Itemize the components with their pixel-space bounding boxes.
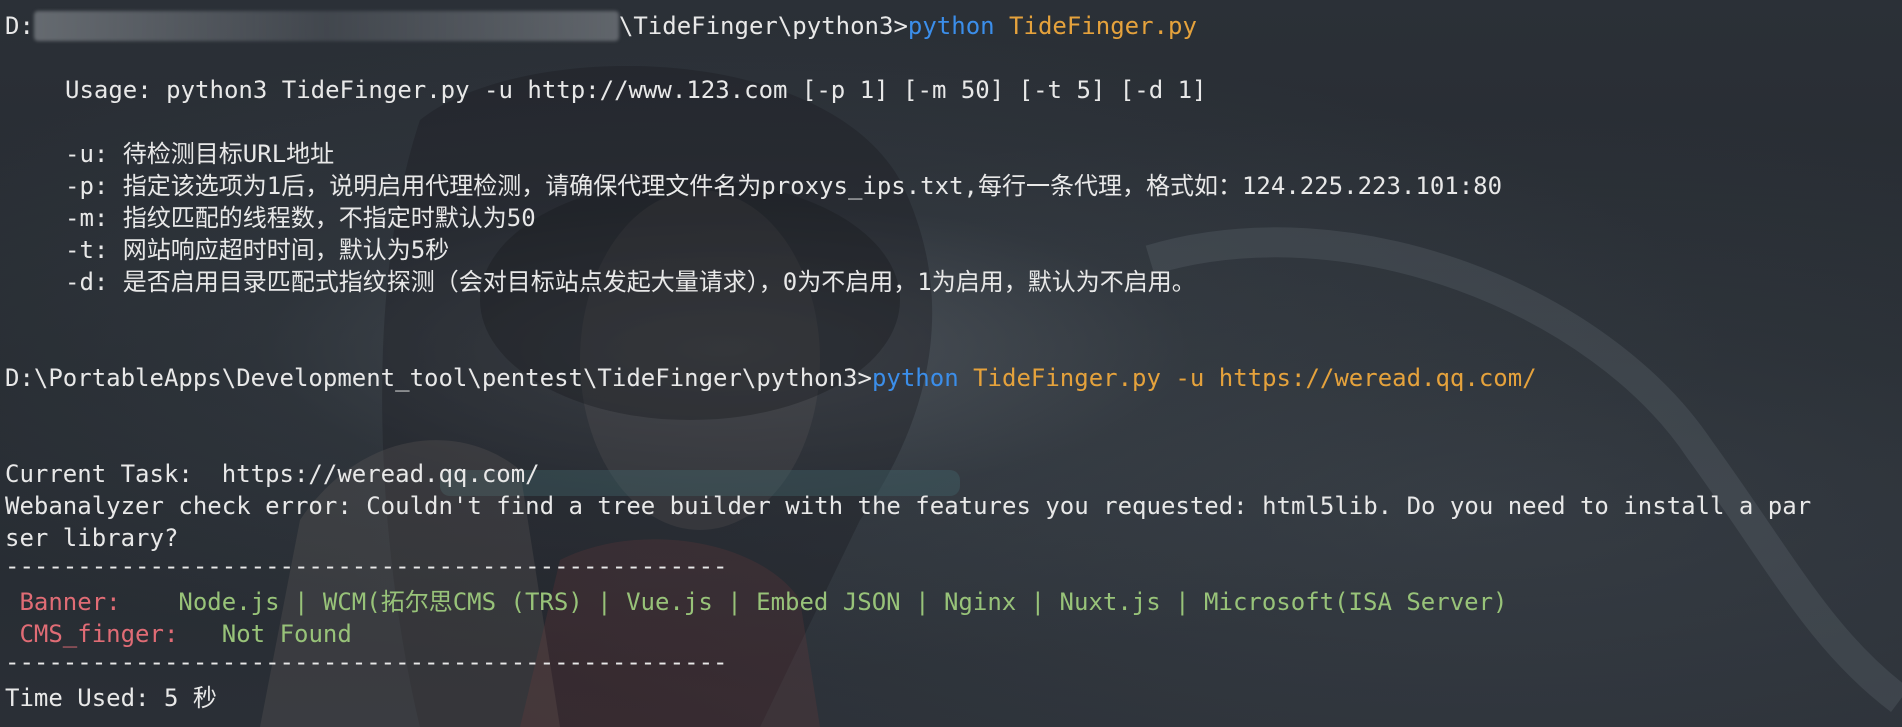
banner-value: Node.js | WCM(拓尔思CMS (TRS) | Vue.js | Em… [178,588,1508,616]
prompt-path: D:\PortableApps\Development_tool\pentest… [5,364,872,392]
command-args: TideFinger.py -u https://weread.qq.com/ [973,364,1537,392]
time-used-line: Time Used: 5 秒 [5,684,217,712]
current-task-line: Current Task: https://weread.qq.com/ [5,460,540,488]
prompt-line-2: D:\PortableApps\Development_tool\pentest… [5,362,1537,394]
terminal-window[interactable]: D: \TideFinger\python3>python TideFinger.… [0,0,1902,727]
option-p: -p: 指定该选项为1后，说明启用代理检测，请确保代理文件名为proxys_ip… [65,172,1503,200]
cms-label: CMS_finger: [19,620,179,648]
redacted-path [33,11,619,41]
banner-line: Banner: Node.js | WCM(拓尔思CMS (TRS) | Vue… [5,586,1508,618]
option-d: -d: 是否启用目录匹配式指纹探测（会对目标站点发起大量请求），0为不启用，1为… [65,268,1196,296]
option-m: -m: 指纹匹配的线程数，不指定时默认为50 [65,204,536,232]
prompt-path-tail: \TideFinger\python3> [618,12,908,40]
usage-line: Usage: python3 TideFinger.py -u http://w… [65,76,1207,104]
command-python: python [907,12,995,40]
banner-label: Banner: [19,588,121,616]
prompt-line-1: D: \TideFinger\python3>python TideFinger.… [5,10,1197,42]
option-t: -t: 网站响应超时时间，默认为5秒 [65,236,450,264]
divider-bottom: ----------------------------------------… [5,648,728,676]
command-python-2: python [871,364,959,392]
prompt-drive: D: [5,12,34,40]
divider-top: ----------------------------------------… [5,552,728,580]
error-line-1: Webanalyzer check error: Couldn't find a… [5,492,1812,520]
cms-value: Not Found [221,620,352,648]
command-script: TideFinger.py [1009,12,1197,40]
option-u: -u: 待检测目标URL地址 [65,140,335,168]
